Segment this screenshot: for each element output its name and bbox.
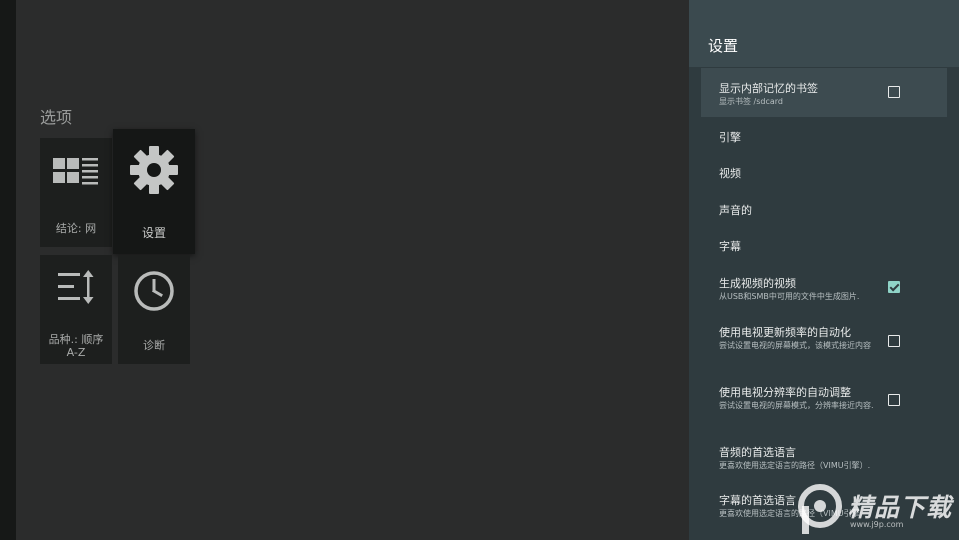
setting-subtitle: 显示书签 /sdcard xyxy=(719,97,784,106)
setting-subtitles[interactable]: 字幕 xyxy=(701,228,947,264)
watermark-logo-icon xyxy=(796,484,844,540)
setting-video[interactable]: 视频 xyxy=(701,155,947,191)
sort-icon xyxy=(56,269,96,309)
section-title: 选项 xyxy=(40,108,73,127)
setting-title: 生成视频的视频 xyxy=(719,277,796,290)
tile-view-mode[interactable]: 结论: 网 xyxy=(40,138,112,247)
setting-title: 引擎 xyxy=(719,131,741,144)
sort-label-line2: A-Z xyxy=(66,346,86,359)
gear-icon xyxy=(129,145,179,199)
setting-subtitle: 尝试设置电视的屏幕模式，该模式接近内容 xyxy=(719,341,871,350)
sort-label-line1: 品种.: 顺序 xyxy=(48,333,104,346)
settings-header: 设置 xyxy=(689,0,959,67)
clock-icon xyxy=(132,269,176,317)
watermark-text: 精品下载 xyxy=(848,493,953,522)
bookmarks-checkbox[interactable] xyxy=(888,86,900,98)
watermark: 精品下载 www.j9p.com xyxy=(792,482,959,540)
tile-settings[interactable]: 设置 xyxy=(113,129,195,254)
setting-auto-resolution[interactable]: 使用电视分辨率的自动调整 尝试设置电视的屏幕模式，分辨率接近内容. xyxy=(701,374,947,430)
setting-title: 视频 xyxy=(719,167,741,180)
setting-subtitle: 更喜欢使用选定语言的路径（VIMU引擎）. xyxy=(719,461,871,470)
grid-list-icon xyxy=(53,154,99,194)
watermark-url: www.j9p.com xyxy=(850,520,904,529)
setting-subtitle: 从USB和SMB中可用的文件中生成图片. xyxy=(719,292,860,301)
settings-panel: 设置 显示内部记忆的书签 显示书签 /sdcard 引擎 视频 声音的 字幕 生… xyxy=(689,0,959,540)
tile-label: 设置 xyxy=(141,226,166,240)
setting-generate-thumbnails[interactable]: 生成视频的视频 从USB和SMB中可用的文件中生成图片. xyxy=(701,265,947,313)
setting-title: 音频的首选语言 xyxy=(719,446,796,459)
thumbnails-checkbox[interactable] xyxy=(888,281,900,293)
tile-sort-order[interactable]: 品种.: 顺序 A-Z xyxy=(40,255,112,364)
tile-label: 品种.: 顺序 A-Z xyxy=(40,333,112,359)
setting-title: 使用电视更新频率的自动化 xyxy=(719,326,851,339)
setting-engine[interactable]: 引擎 xyxy=(701,118,947,154)
setting-audio[interactable]: 声音的 xyxy=(701,191,947,227)
setting-subtitle: 尝试设置电视的屏幕模式，分辨率接近内容. xyxy=(719,401,874,410)
settings-title: 设置 xyxy=(708,37,739,55)
setting-audio-language[interactable]: 音频的首选语言 更喜欢使用选定语言的路径（VIMU引擎）. xyxy=(701,434,947,480)
left-edge-strip xyxy=(0,0,16,540)
setting-title: 字幕的首选语言 xyxy=(719,494,796,507)
setting-title: 显示内部记忆的书签 xyxy=(719,82,818,95)
options-area: 选项 结论: 网 设置 品种.: 顺序 A-Z 诊断 xyxy=(16,0,689,540)
setting-title: 声音的 xyxy=(719,204,752,217)
resolution-checkbox[interactable] xyxy=(888,394,900,406)
tile-label: 结论: 网 xyxy=(55,222,97,235)
setting-internal-bookmarks[interactable]: 显示内部记忆的书签 显示书签 /sdcard xyxy=(701,68,947,117)
tile-diagnostics[interactable]: 诊断 xyxy=(118,255,190,364)
setting-title: 使用电视分辨率的自动调整 xyxy=(719,386,851,399)
setting-auto-refresh-rate[interactable]: 使用电视更新频率的自动化 尝试设置电视的屏幕模式，该模式接近内容 xyxy=(701,314,947,370)
tile-label: 诊断 xyxy=(143,339,165,352)
setting-title: 字幕 xyxy=(719,240,741,253)
refresh-rate-checkbox[interactable] xyxy=(888,335,900,347)
